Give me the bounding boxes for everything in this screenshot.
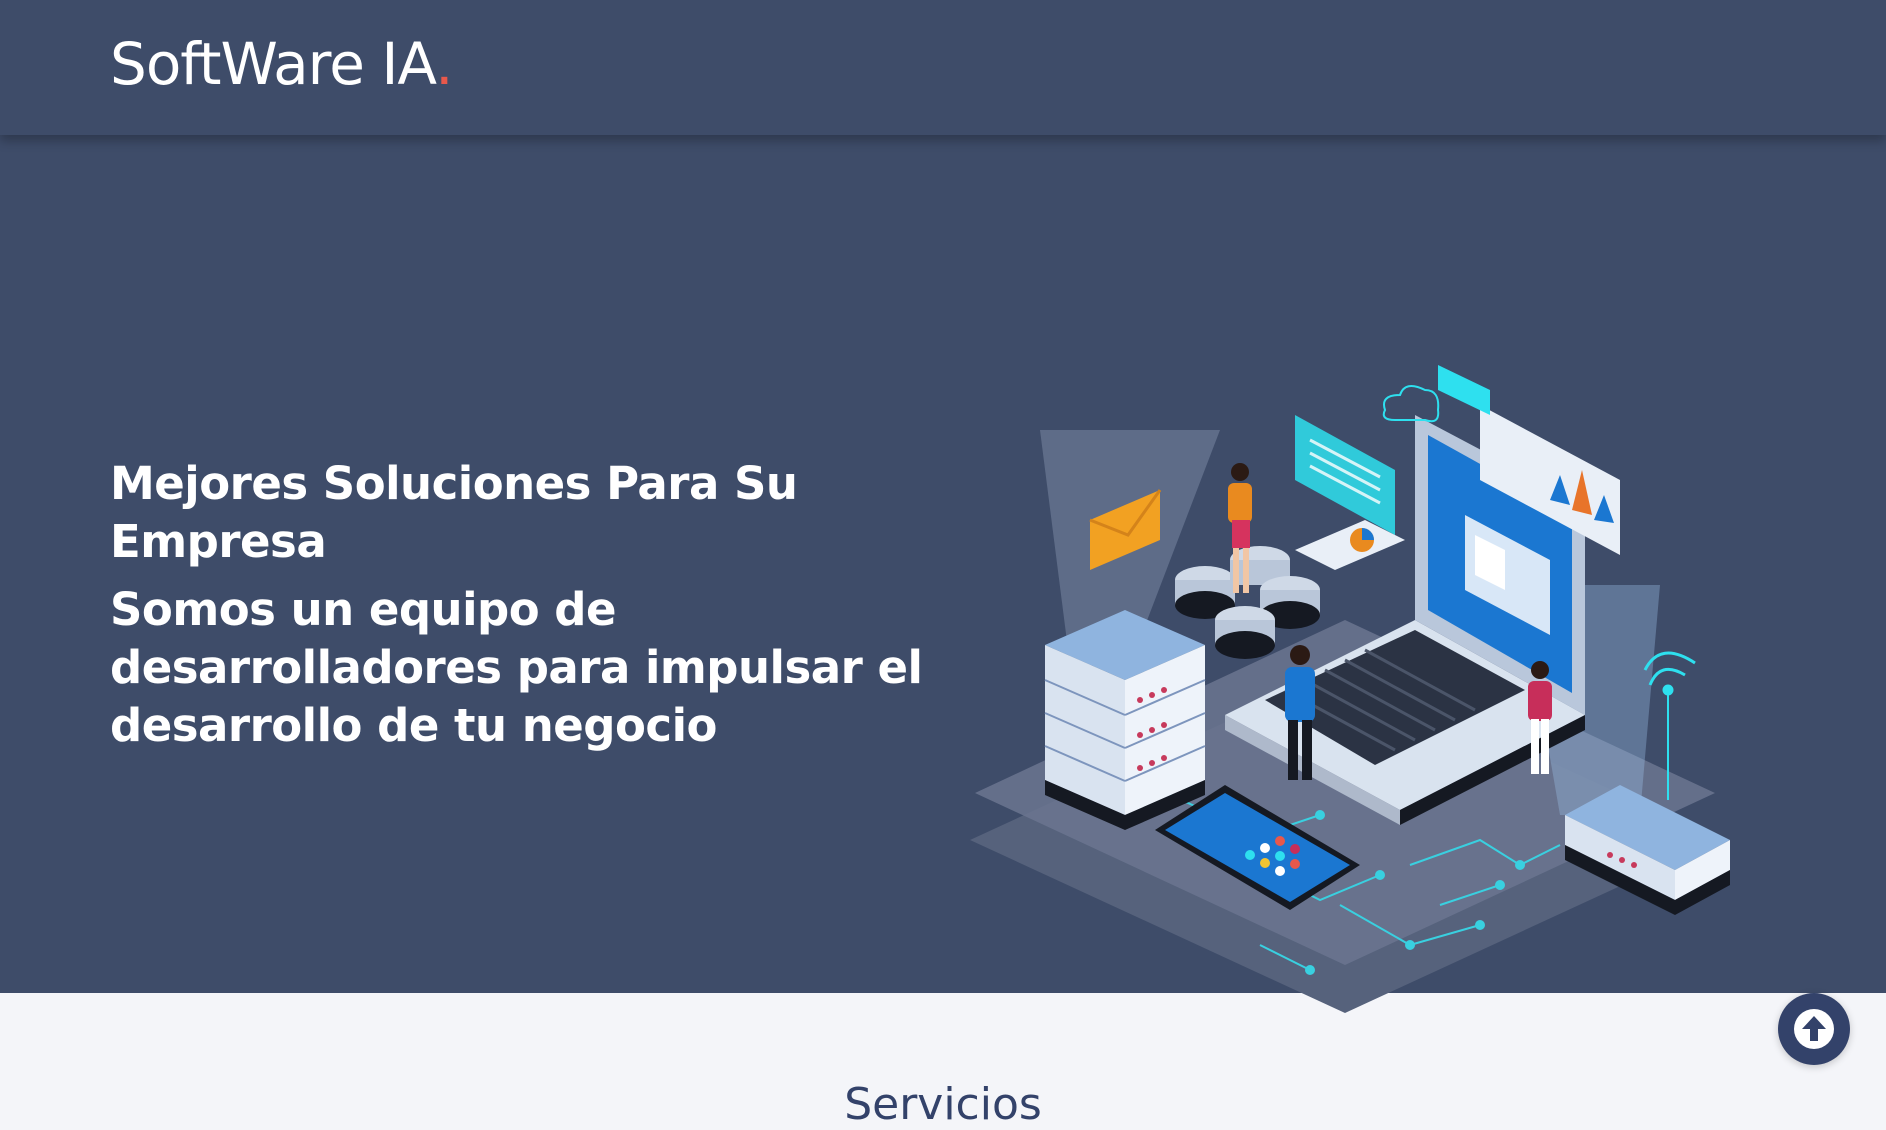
floating-panel-small [1438,365,1490,415]
cloud-icon [1382,385,1440,423]
brand-text: SoftWare IA [110,30,436,98]
brand-logo[interactable]: SoftWare IA. [110,30,454,98]
hero-text: Mejores Soluciones Para Su Empresa Somos… [110,455,940,755]
navbar: SoftWare IA. [0,0,1886,135]
services-title: Servicios [844,1078,1042,1130]
hero-section: Mejores Soluciones Para Su Empresa Somos… [0,135,1886,1013]
arrow-up-icon [1794,1009,1834,1049]
floating-panel-cyan [1295,415,1395,535]
brand-dot: . [435,30,453,98]
server-rack-left [1044,610,1206,830]
hero-title: Mejores Soluciones Para Su Empresa [110,457,798,568]
scroll-to-top-button[interactable] [1778,993,1850,1065]
hero-subtitle: Somos un equipo de desarrolladores para … [110,583,923,752]
hero-illustration [970,365,1730,1013]
